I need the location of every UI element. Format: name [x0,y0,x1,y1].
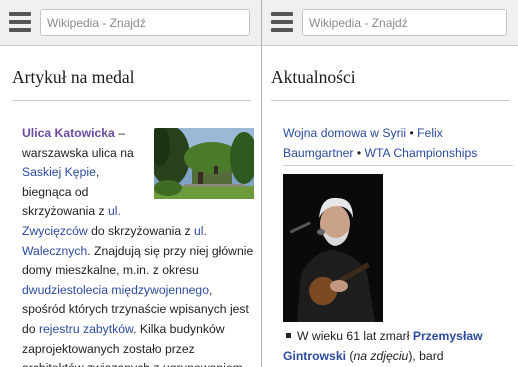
section-divider [12,100,251,101]
link-rejestr-zabytkow[interactable]: rejestru zabytków [39,322,133,336]
news-divider [283,165,513,166]
news-photo[interactable] [283,174,383,322]
hamburger-menu-icon[interactable] [9,12,31,32]
link-saska-kepa[interactable]: Saskiej Kępie [22,165,96,179]
topic-separator: • [406,126,418,140]
search-input[interactable] [40,9,250,36]
topic-separator: • [353,145,365,160]
news-topics: Wojna domowa w Syrii • Felix Baumgartner… [283,124,505,163]
section-title: Artykuł na medal [12,67,135,87]
top-bar [0,0,261,46]
top-bar [262,0,518,46]
right-pane: Aktualności Wojna domowa w Syrii • Felix… [262,0,518,367]
bullet-icon [286,333,291,339]
photo-caption-note: na zdjęciu [353,348,409,363]
featured-article: Ulica Katowicka – warszawska ulica na Sa… [22,124,254,367]
left-pane: Artykuł na medal Ulica Katowicka – warsz… [0,0,261,367]
section-divider [271,100,510,101]
hamburger-menu-icon[interactable] [271,12,293,32]
link-dwudziestolecie[interactable]: dwudziestolecia międzywojennego [22,283,209,297]
article-title-link[interactable]: Ulica Katowicka [22,126,115,140]
article-photo[interactable] [154,128,254,199]
section-title: Aktualności [271,67,356,87]
news-text: W wieku 61 lat zmarł [297,329,413,343]
topic-link-wta[interactable]: WTA Championships [365,146,478,160]
news-text: ), bard [408,348,444,363]
topic-link-syria[interactable]: Wojna domowa w Syrii [283,126,406,140]
news-item: W wieku 61 lat zmarł Przemysław Gintrows… [283,327,508,366]
search-input[interactable] [302,9,507,36]
article-text: do skrzyżowania z [87,223,195,238]
